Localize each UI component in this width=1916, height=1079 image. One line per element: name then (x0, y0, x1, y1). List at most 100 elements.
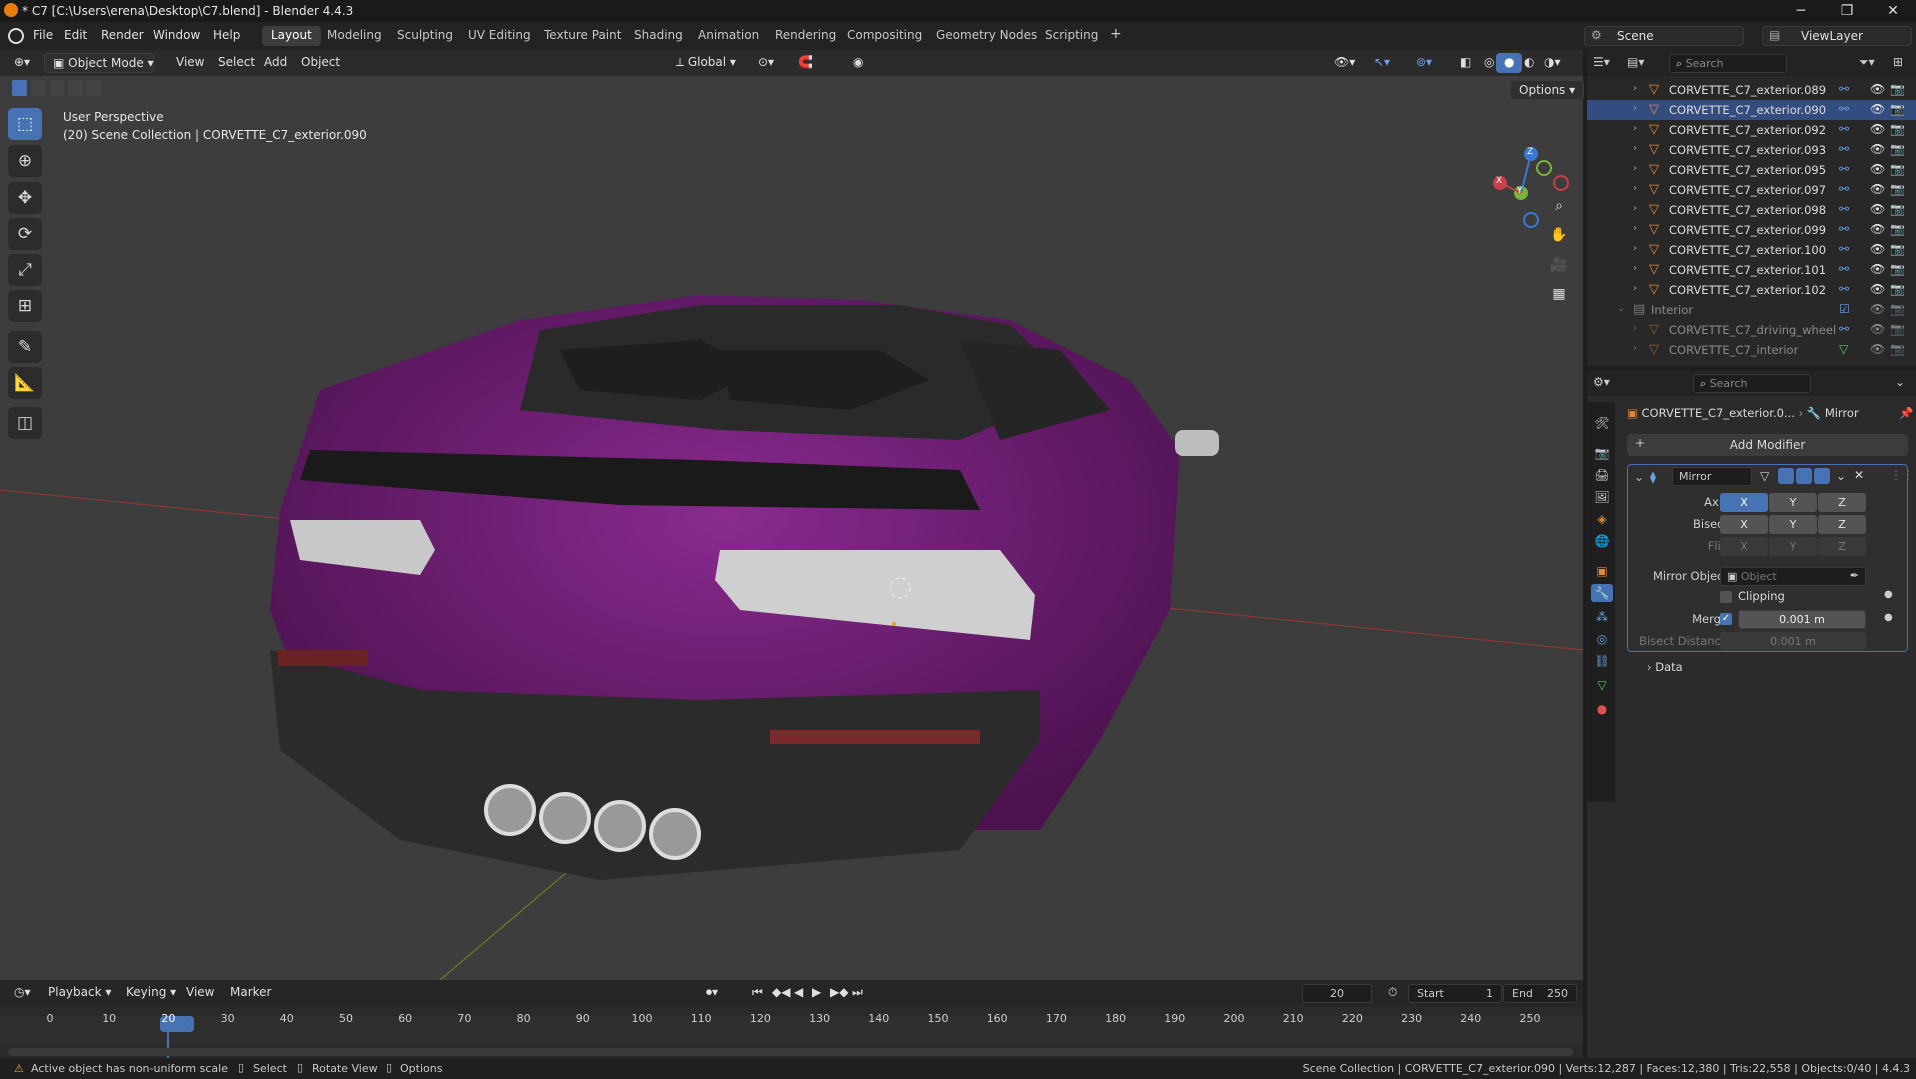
scene-tab-icon[interactable]: ◈ (1593, 510, 1611, 528)
maximize-button[interactable]: ❐ (1824, 0, 1870, 22)
scale-tool[interactable]: ⤢ (8, 254, 42, 286)
measure-tool[interactable]: 📐 (8, 367, 42, 399)
visibility-eye-icon[interactable]: 👁 (1870, 122, 1885, 136)
render-camera-icon[interactable]: 📷 (1890, 162, 1905, 176)
select-box-tool[interactable]: ⬚ (8, 108, 42, 140)
flip-y-button[interactable]: Y (1769, 537, 1817, 556)
outliner-object-row[interactable]: › ▽ CORVETTE_C7_exterior.099 ⚯ 👁 📷 (1587, 220, 1916, 240)
outliner-collection-row[interactable]: ⌄ ▤ Interior ☑ 👁 📷 (1587, 300, 1916, 320)
gizmo-x-label[interactable]: X (1496, 176, 1502, 186)
tab-compositing[interactable]: Compositing (838, 26, 931, 46)
merge-distance-field[interactable]: 0.001 m (1738, 610, 1866, 629)
visibility-eye-icon[interactable]: 👁 (1870, 342, 1885, 356)
flip-x-button[interactable]: X (1720, 537, 1768, 556)
mirror-object-field[interactable]: ▣ Object ✒ (1720, 567, 1866, 586)
view-menu[interactable]: View (168, 53, 212, 73)
tool-tab-icon[interactable]: 🛠 (1593, 414, 1611, 432)
expand-arrow-icon[interactable]: › (1633, 123, 1637, 134)
close-window-button[interactable]: ✕ (1870, 0, 1916, 22)
properties-search-input[interactable]: ⌕ Search (1693, 374, 1811, 393)
clipping-checkbox[interactable] (1720, 591, 1732, 603)
gizmo-toggle-icon[interactable]: ↖▾ (1366, 53, 1398, 73)
select-subtract-icon[interactable] (49, 80, 65, 96)
constraints-tab-icon[interactable]: ⛓ (1593, 652, 1611, 670)
modifier-link-icon[interactable]: ⚯ (1839, 202, 1849, 216)
outliner-object-row[interactable]: › ▽ CORVETTE_C7_exterior.092 ⚯ 👁 📷 (1587, 120, 1916, 140)
modifier-name-field[interactable]: Mirror (1672, 467, 1752, 486)
select-extend-icon[interactable] (30, 80, 46, 96)
expand-arrow-icon[interactable]: ⌄ (1617, 303, 1625, 314)
object-tab-icon[interactable]: ▣ (1593, 562, 1611, 580)
zoom-icon[interactable]: ⌕ (1546, 193, 1572, 219)
render-tab-icon[interactable]: 📷 (1593, 444, 1611, 462)
view-layer-tab-icon[interactable]: 🖼 (1593, 488, 1611, 506)
visibility-eye-icon[interactable]: 👁 (1870, 142, 1885, 156)
drag-handle-icon[interactable]: ⋮⋮ (1890, 468, 1914, 482)
outliner-object-row[interactable]: › ▽ CORVETTE_C7_exterior.089 ⚯ 👁 📷 (1587, 80, 1916, 100)
render-toggle-icon[interactable] (1814, 468, 1830, 484)
render-camera-icon[interactable]: 📷 (1890, 122, 1905, 136)
modifier-link-icon[interactable]: ⚯ (1839, 282, 1849, 296)
render-camera-icon[interactable]: 📷 (1890, 182, 1905, 196)
overlay-toggle-icon[interactable]: ⊚▾ (1408, 53, 1440, 73)
gizmo-y-label[interactable]: Y (1517, 186, 1523, 196)
new-collection-icon[interactable]: ⊞ (1893, 55, 1903, 69)
modifier-link-icon[interactable]: ⚯ (1839, 182, 1849, 196)
modifier-link-icon[interactable]: ⚯ (1839, 222, 1849, 236)
outliner-object-row[interactable]: › ▽ CORVETTE_C7_exterior.101 ⚯ 👁 📷 (1587, 260, 1916, 280)
bisect-x-button[interactable]: X (1720, 515, 1768, 534)
add-cube-tool[interactable]: ◫ (8, 407, 42, 439)
expand-arrow-icon[interactable]: › (1633, 283, 1637, 294)
render-camera-icon[interactable]: 📷 (1890, 282, 1905, 296)
expand-arrow-icon[interactable]: › (1633, 343, 1637, 354)
physics-tab-icon[interactable]: ◎ (1593, 630, 1611, 648)
render-camera-icon[interactable]: 📷 (1890, 102, 1905, 116)
render-camera-icon[interactable]: 📷 (1890, 342, 1905, 356)
modifier-link-icon[interactable]: ⚯ (1839, 102, 1849, 116)
properties-editor-icon[interactable]: ⚙▾ (1593, 375, 1610, 389)
playback-menu[interactable]: Playback ▾ (40, 983, 119, 1003)
cursor-tool[interactable]: ⊕ (8, 145, 42, 177)
mode-dropdown[interactable]: ▣ Object Mode ▾ (44, 53, 154, 73)
axis-x-button[interactable]: X (1720, 493, 1768, 512)
scene-selector[interactable]: ⚙ Scene (1584, 26, 1744, 46)
expand-arrow-icon[interactable]: › (1633, 103, 1637, 114)
tab-animation[interactable]: Animation (689, 26, 768, 46)
menu-render[interactable]: Render (101, 28, 144, 42)
tab-layout[interactable]: Layout (262, 26, 321, 46)
expand-arrow-icon[interactable]: › (1633, 143, 1637, 154)
modifier-link-icon[interactable]: ▽ (1839, 342, 1848, 356)
expand-arrow-icon[interactable]: › (1633, 183, 1637, 194)
menu-help[interactable]: Help (213, 28, 240, 42)
render-camera-icon[interactable]: 📷 (1890, 322, 1905, 336)
cage-toggle-icon[interactable] (1778, 468, 1794, 484)
tab-modeling[interactable]: Modeling (318, 26, 391, 46)
props-options-icon[interactable]: ⌄ (1895, 375, 1905, 389)
current-frame-field[interactable]: 20 (1302, 984, 1372, 1003)
bisect-y-button[interactable]: Y (1769, 515, 1817, 534)
edit-mode-toggle-icon[interactable]: ▽ (1760, 469, 1769, 483)
pin-icon[interactable]: 📌 (1899, 406, 1913, 420)
viewport-toggle-icon[interactable] (1796, 468, 1812, 484)
visibility-eye-icon[interactable]: 👁 (1870, 282, 1885, 296)
material-tab-icon[interactable]: ● (1593, 700, 1611, 718)
visibility-icon[interactable]: 👁▾ (1326, 53, 1363, 73)
collection-checkbox-icon[interactable]: ☑ (1839, 302, 1850, 316)
visibility-eye-icon[interactable]: 👁 (1870, 322, 1885, 336)
modifier-link-icon[interactable]: ⚯ (1839, 142, 1849, 156)
visibility-eye-icon[interactable]: 👁 (1870, 302, 1885, 316)
render-camera-icon[interactable]: 📷 (1890, 262, 1905, 276)
modifier-menu-icon[interactable]: ⌄ (1836, 469, 1846, 483)
menu-file[interactable]: File (33, 28, 53, 42)
gizmo-z-label[interactable]: Z (1527, 147, 1533, 157)
menu-window[interactable]: Window (153, 28, 200, 42)
outliner-object-row[interactable]: › ▽ CORVETTE_C7_exterior.095 ⚯ 👁 📷 (1587, 160, 1916, 180)
expand-arrow-icon[interactable]: › (1633, 223, 1637, 234)
outliner-object-row[interactable]: › ▽ CORVETTE_C7_exterior.100 ⚯ 👁 📷 (1587, 240, 1916, 260)
timeline-view-menu[interactable]: View (178, 983, 222, 1003)
minimize-button[interactable]: ─ (1778, 0, 1824, 22)
ortho-grid-icon[interactable]: ▦ (1546, 281, 1572, 307)
outliner-search-input[interactable]: ⌕ Search (1669, 54, 1787, 73)
autokey-icon[interactable]: ⏺▾ (698, 983, 726, 1003)
proportional-edit-icon[interactable]: ◉ (845, 53, 871, 73)
